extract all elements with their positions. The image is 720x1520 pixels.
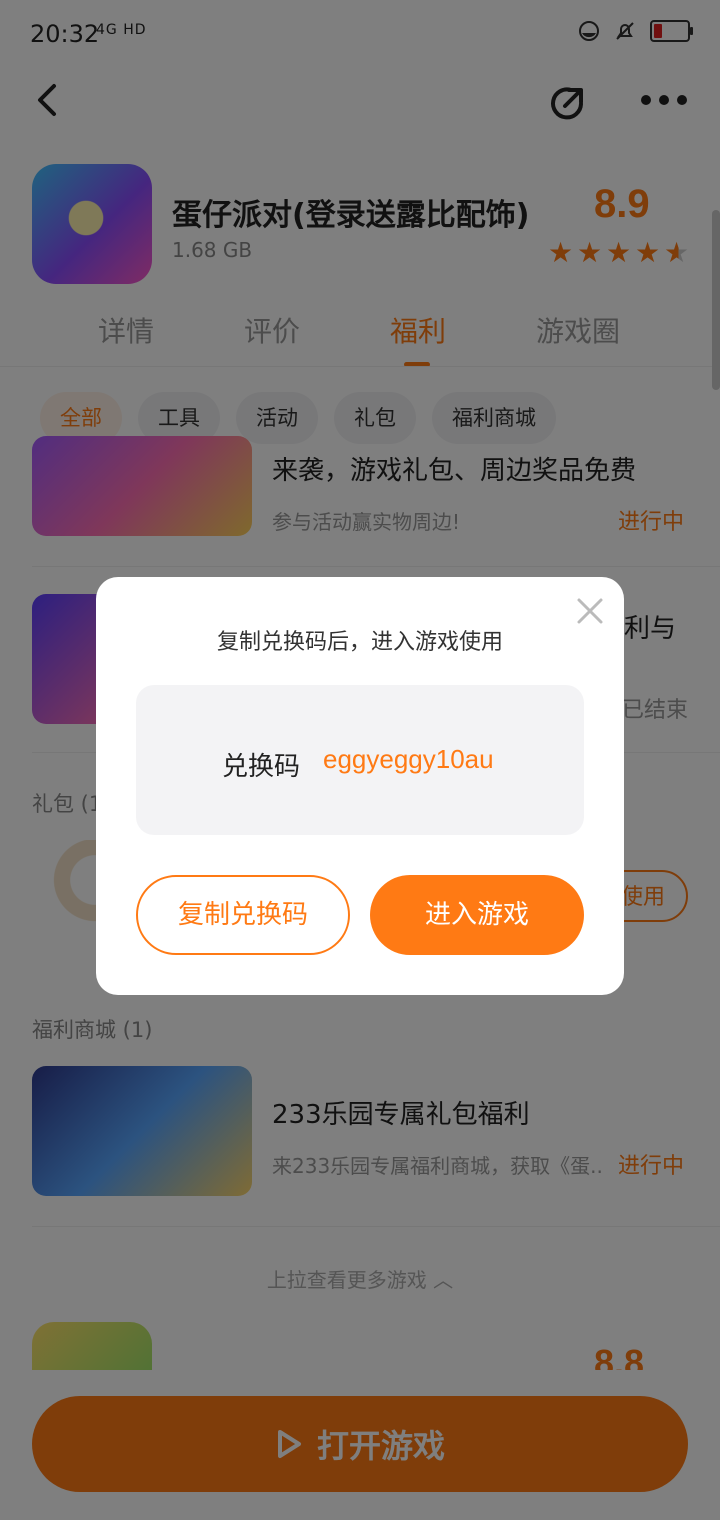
copy-code-button[interactable]: 复制兑换码 (136, 875, 350, 955)
code-label: 兑换码 (222, 752, 301, 782)
dialog-title: 复制兑换码后，进入游戏使用 (216, 630, 503, 655)
enter-game-button[interactable]: 进入游戏 (370, 875, 584, 955)
redeem-code[interactable]: eggyeggy10au (323, 744, 494, 775)
close-icon[interactable] (575, 596, 605, 626)
